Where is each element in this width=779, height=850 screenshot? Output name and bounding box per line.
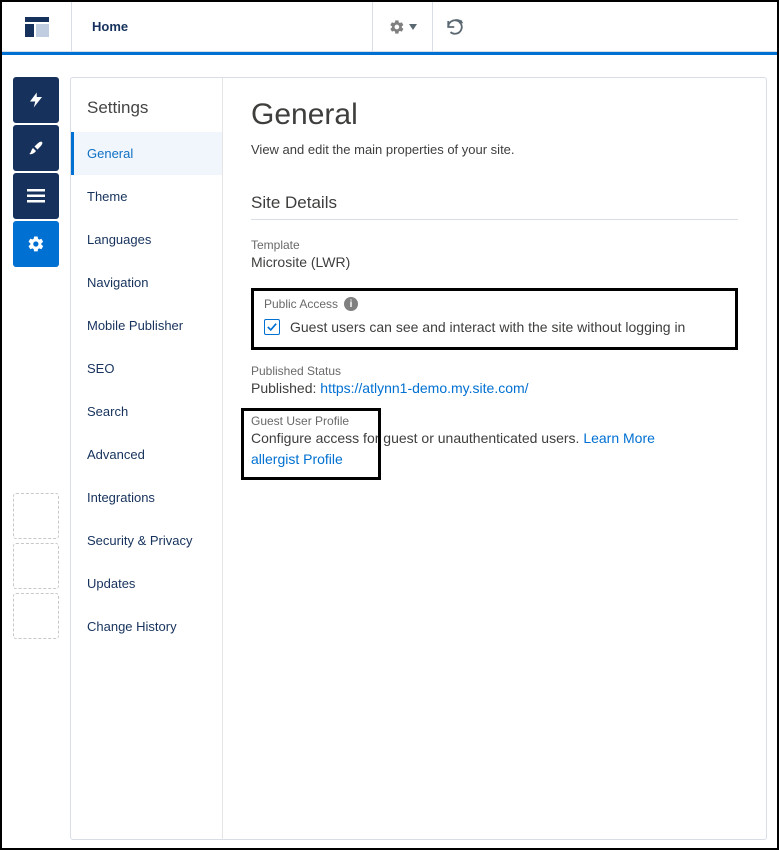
top-bar: Home [2, 2, 777, 52]
published-url-link[interactable]: https://atlynn1-demo.my.site.com/ [320, 380, 528, 396]
guest-profile-section: Guest User Profile Configure access for … [251, 414, 738, 470]
page-title[interactable]: Home [72, 2, 372, 51]
settings-nav-search[interactable]: Search [71, 390, 222, 433]
settings-dropdown[interactable] [372, 2, 432, 52]
lightning-icon [27, 91, 45, 109]
content-heading: General [251, 98, 738, 132]
settings-content: General View and edit the main propertie… [223, 78, 766, 839]
rail-placeholder [13, 543, 59, 589]
settings-nav-title: Settings [71, 92, 222, 132]
rail-button-lightning[interactable] [13, 77, 59, 123]
guest-profile-label: Guest User Profile [251, 414, 738, 428]
refresh-icon [446, 18, 464, 36]
left-rail [6, 77, 66, 840]
caret-down-icon [409, 24, 417, 30]
settings-nav-updates[interactable]: Updates [71, 562, 222, 605]
paintbrush-icon [27, 139, 45, 157]
guest-profile-learn-more-link[interactable]: Learn More [583, 430, 655, 446]
guest-profile-link[interactable]: allergist Profile [251, 451, 343, 467]
public-access-checkbox[interactable] [264, 319, 280, 335]
settings-nav-general[interactable]: General [71, 132, 222, 175]
list-icon [27, 189, 45, 203]
guest-profile-description: Configure access for guest or unauthenti… [251, 430, 583, 446]
published-prefix: Published: [251, 380, 320, 396]
settings-nav-mobile-publisher[interactable]: Mobile Publisher [71, 304, 222, 347]
rail-button-pages[interactable] [13, 173, 59, 219]
settings-nav-seo[interactable]: SEO [71, 347, 222, 390]
gear-icon [389, 19, 405, 35]
layout-icon [25, 17, 49, 37]
workspace: Settings General Theme Languages Navigat… [2, 55, 777, 850]
settings-nav-security-privacy[interactable]: Security & Privacy [71, 519, 222, 562]
info-icon[interactable]: i [344, 297, 358, 311]
settings-nav-integrations[interactable]: Integrations [71, 476, 222, 519]
rail-placeholder [13, 593, 59, 639]
settings-nav: Settings General Theme Languages Navigat… [71, 78, 223, 839]
gear-icon [27, 235, 45, 253]
settings-panel: Settings General Theme Languages Navigat… [70, 77, 767, 840]
guest-profile-text: Configure access for guest or unauthenti… [251, 428, 738, 449]
settings-nav-advanced[interactable]: Advanced [71, 433, 222, 476]
app-logo [2, 2, 72, 52]
public-access-highlight: Public Access i Guest users can see and … [251, 288, 738, 350]
settings-nav-navigation[interactable]: Navigation [71, 261, 222, 304]
refresh-button[interactable] [432, 2, 476, 52]
rail-placeholder [13, 493, 59, 539]
site-details-header: Site Details [251, 193, 738, 220]
rail-button-settings[interactable] [13, 221, 59, 267]
published-status-label: Published Status [251, 364, 738, 378]
template-label: Template [251, 238, 738, 252]
public-access-label: Public Access i [264, 297, 725, 311]
public-access-checkbox-label: Guest users can see and interact with th… [290, 319, 685, 335]
settings-nav-languages[interactable]: Languages [71, 218, 222, 261]
content-subtitle: View and edit the main properties of you… [251, 142, 738, 157]
settings-nav-change-history[interactable]: Change History [71, 605, 222, 648]
rail-button-theme[interactable] [13, 125, 59, 171]
template-value: Microsite (LWR) [251, 254, 738, 270]
public-access-label-text: Public Access [264, 297, 338, 311]
public-access-checkbox-row[interactable]: Guest users can see and interact with th… [264, 319, 725, 335]
check-icon [267, 322, 277, 332]
settings-nav-theme[interactable]: Theme [71, 175, 222, 218]
published-status-value: Published: https://atlynn1-demo.my.site.… [251, 380, 738, 396]
